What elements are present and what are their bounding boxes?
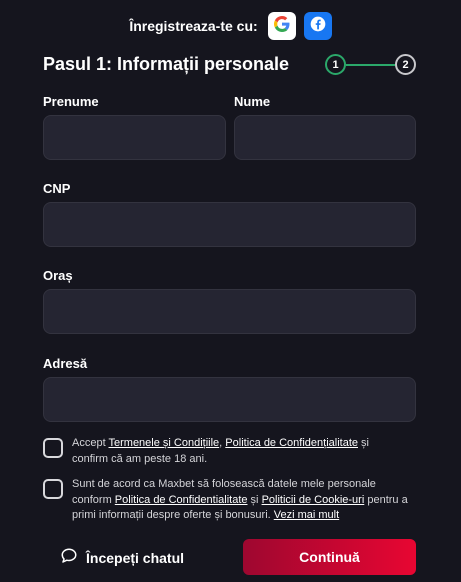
- start-chat-button[interactable]: Începeți chatul: [60, 547, 184, 568]
- google-icon: [273, 15, 290, 37]
- privacy-policy-link[interactable]: Politica de Confidențialitate: [225, 437, 358, 449]
- google-signup-button[interactable]: [267, 12, 296, 40]
- marketing-privacy-link[interactable]: Politica de Confidentialitate: [115, 494, 248, 506]
- address-input[interactable]: [43, 377, 416, 422]
- start-chat-label: Începeți chatul: [86, 549, 185, 566]
- marketing-consent: Sunt de acord ca Maxbet să folosească da…: [43, 477, 413, 524]
- cnp-input[interactable]: [43, 202, 416, 247]
- address-label: Adresă: [43, 356, 88, 371]
- social-signup-row: Înregistreaza-te cu:: [0, 12, 461, 40]
- cookie-policy-link[interactable]: Politicii de Cookie-uri: [262, 494, 365, 506]
- last-name-input[interactable]: [234, 115, 416, 160]
- stepper: 1 2: [325, 54, 417, 76]
- social-signup-label: Înregistreaza-te cu:: [129, 18, 258, 34]
- city-label: Oraș: [43, 268, 73, 283]
- chat-bubble-icon: [60, 547, 78, 568]
- facebook-icon: [310, 16, 326, 37]
- step-2-indicator: 2: [395, 54, 416, 75]
- terms-link[interactable]: Termenele și Condițiile: [109, 437, 220, 449]
- marketing-mid-text: și: [247, 493, 262, 506]
- marketing-consent-text: Sunt de acord ca Maxbet să folosească da…: [72, 477, 413, 524]
- first-name-input[interactable]: [43, 115, 226, 160]
- marketing-checkbox[interactable]: [43, 479, 63, 499]
- step-title: Pasul 1: Informații personale: [43, 54, 290, 74]
- stepper-connector: [346, 64, 395, 66]
- terms-consent: Accept Termenele și Condițiile, Politica…: [43, 436, 403, 467]
- facebook-signup-button[interactable]: [303, 12, 332, 40]
- last-name-label: Nume: [234, 94, 271, 109]
- terms-checkbox[interactable]: [43, 438, 63, 458]
- cnp-label: CNP: [43, 181, 71, 196]
- city-input[interactable]: [43, 289, 416, 334]
- continue-button[interactable]: Continuă: [243, 539, 416, 575]
- terms-prefix-text: Accept: [72, 437, 109, 449]
- see-more-link[interactable]: Vezi mai mult: [274, 509, 339, 521]
- step-1-indicator: 1: [325, 54, 346, 75]
- terms-consent-text: Accept Termenele și Condițiile, Politica…: [72, 436, 403, 467]
- first-name-label: Prenume: [43, 94, 99, 109]
